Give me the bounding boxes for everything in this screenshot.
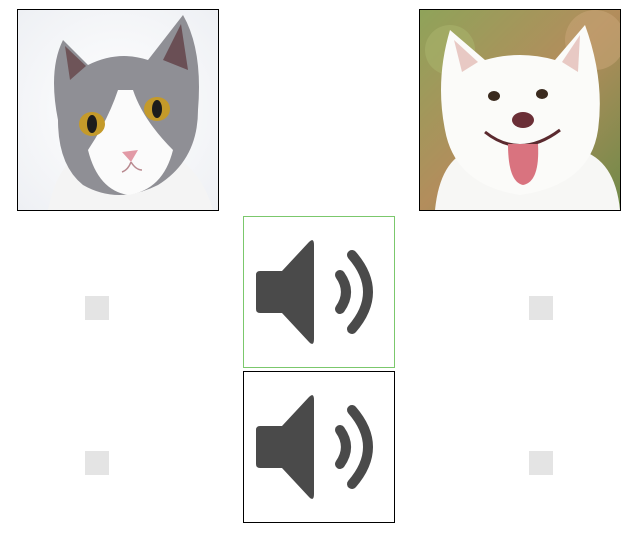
play-sound-button-2[interactable] [243,371,395,523]
answer-slot-right-2[interactable] [529,451,553,475]
dog-image-card[interactable] [419,9,621,211]
cat-image-card[interactable] [17,9,219,211]
dog-photo [420,10,620,210]
cat-photo [18,10,218,210]
matching-exercise [0,0,639,536]
speaker-icon [256,240,373,344]
answer-slot-left-2[interactable] [85,451,109,475]
play-sound-button-1[interactable] [243,216,395,368]
answer-slot-right-1[interactable] [529,296,553,320]
speaker-icon [256,395,373,499]
answer-slot-left-1[interactable] [85,296,109,320]
